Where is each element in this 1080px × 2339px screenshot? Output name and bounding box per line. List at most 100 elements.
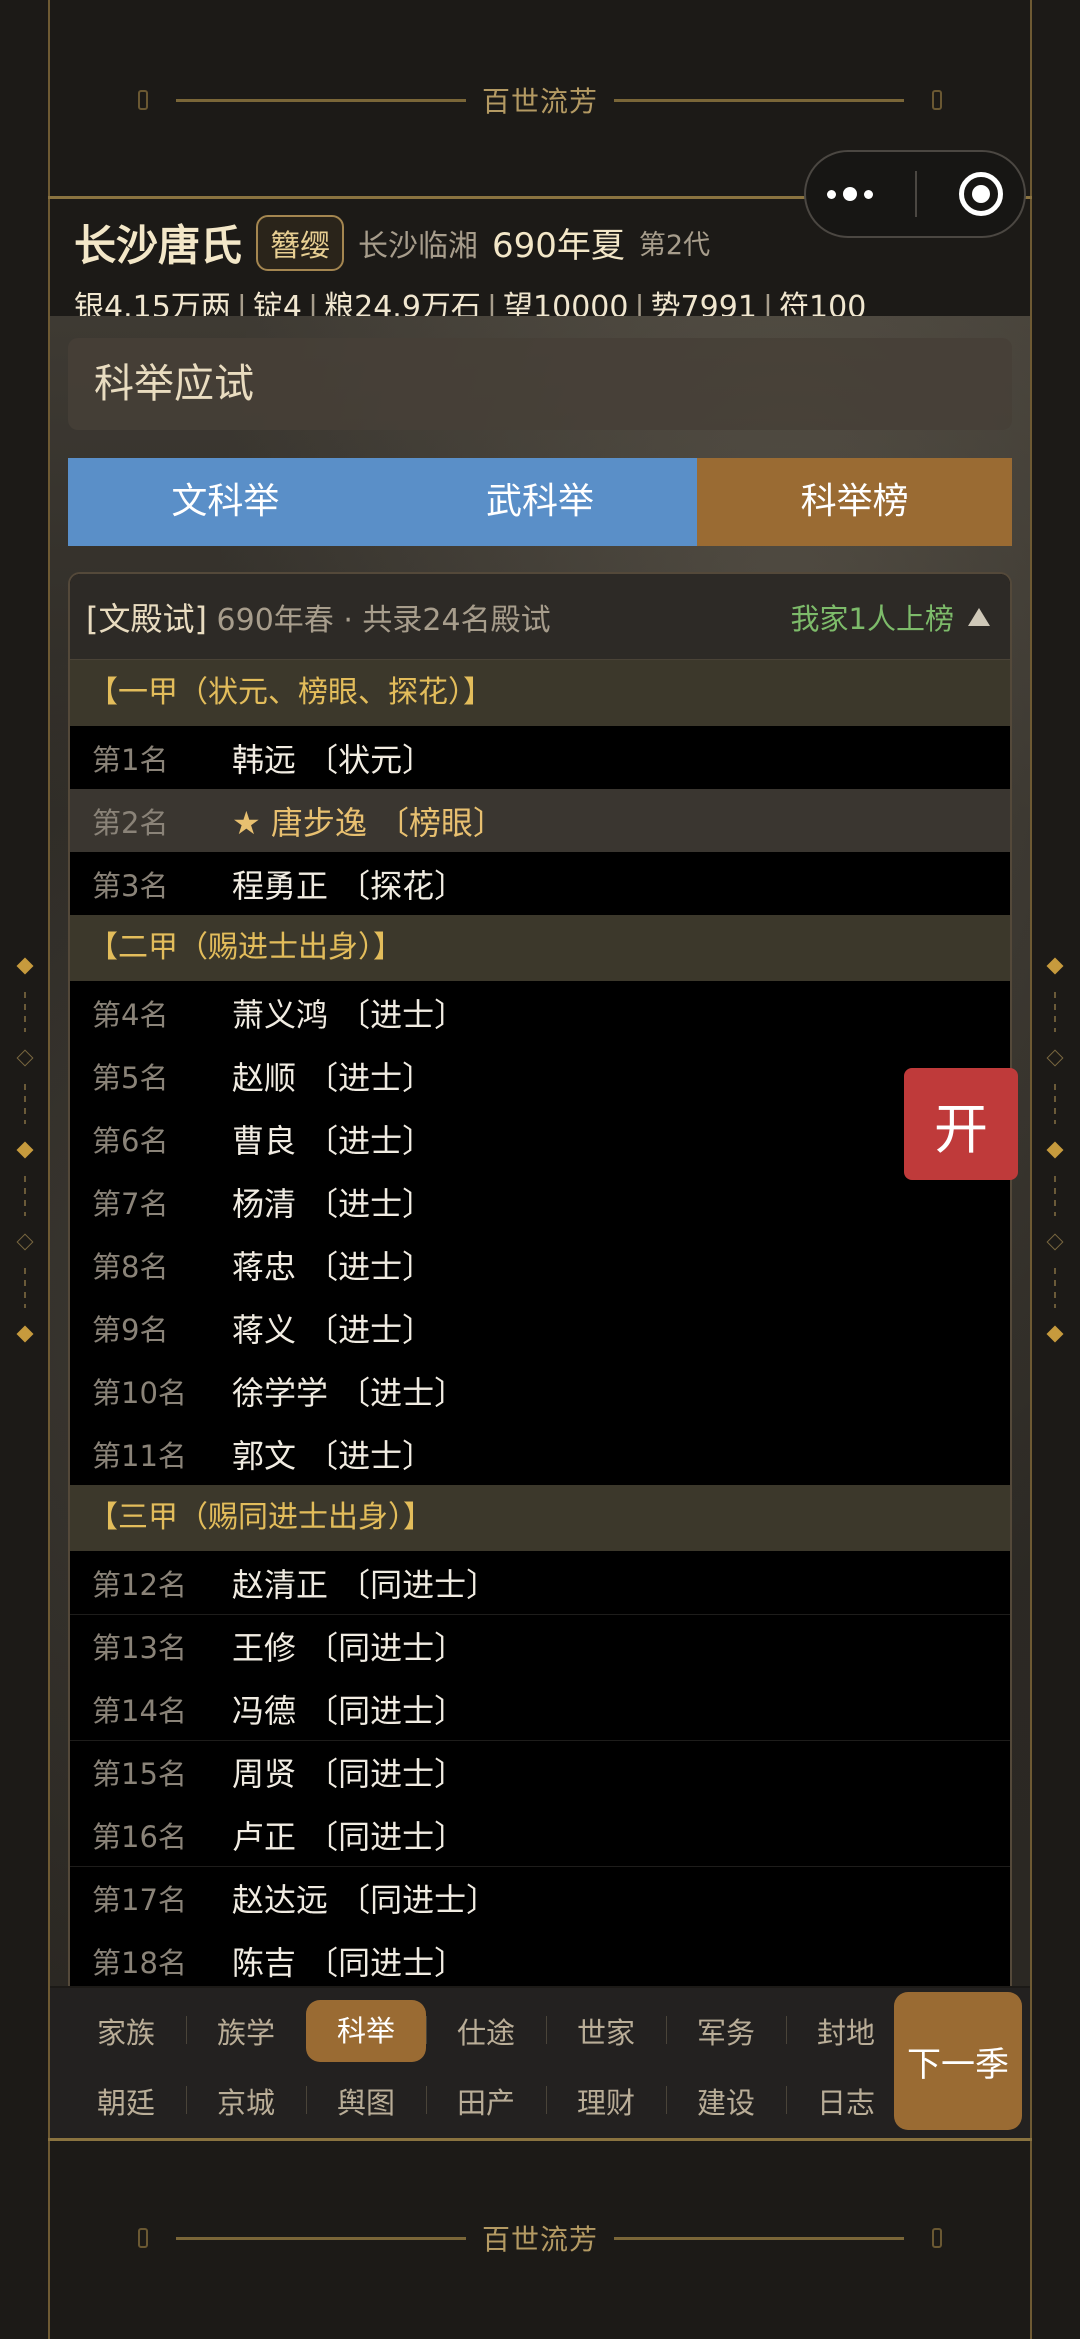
bottom-nav: 家族 族学 科举 仕途 世家 军务 封地 朝廷 京城 舆图 田产 理财 建设 日… xyxy=(50,1988,1030,2138)
exam-name: [文殿试] xyxy=(86,599,207,638)
rank-label: 第15名 xyxy=(92,1757,187,1791)
next-season-button[interactable]: 下一季 xyxy=(894,1992,1022,2130)
group-header-third: 【三甲（赐同进士出身）】 xyxy=(70,1485,1010,1551)
nav-item-military[interactable]: 军务 xyxy=(666,2010,786,2052)
rank-label: 第3名 xyxy=(92,868,169,903)
rank-label: 第18名 xyxy=(92,1945,187,1980)
banner-rule-left xyxy=(137,2227,466,2248)
group-header-second: 【二甲（赐进士出身）】 xyxy=(70,915,1010,981)
nav-item-clans[interactable]: 世家 xyxy=(546,2010,666,2052)
banner-title: 百世流芳 xyxy=(481,85,598,118)
candidate-name: 赵清正 〔同进士〕 xyxy=(232,1565,499,1604)
rank-label: 第14名 xyxy=(92,1693,187,1728)
rank-label: 第5名 xyxy=(92,1060,169,1095)
table-row: 第1名 韩远 〔状元〕 xyxy=(70,726,1010,789)
tab-exam-ranking[interactable]: 科举榜 xyxy=(697,458,1013,546)
nav-item-construction[interactable]: 建设 xyxy=(666,2080,786,2122)
candidate-name: 蒋忠 〔进士〕 xyxy=(232,1247,435,1286)
table-row: 第15名 周贤 〔同进士〕 xyxy=(70,1740,1010,1803)
rank-label: 第8名 xyxy=(92,1249,169,1284)
table-row: 第7名 杨清 〔进士〕 xyxy=(70,1170,1010,1233)
rank-label: 第6名 xyxy=(92,1123,169,1158)
candidate-name: 郭文 〔进士〕 xyxy=(232,1436,435,1475)
nav-item-exam[interactable]: 科举 xyxy=(306,2000,426,2062)
candidate-name: 程勇正 〔探花〕 xyxy=(232,866,467,905)
collapse-triangle-icon[interactable] xyxy=(968,607,990,626)
nav-item-map[interactable]: 舆图 xyxy=(306,2080,426,2122)
title-badge: 簪缨 xyxy=(256,214,345,271)
table-row: 第8名 蒋忠 〔进士〕 xyxy=(70,1233,1010,1296)
candidate-name: 萧义鸿 〔进士〕 xyxy=(232,995,467,1034)
tab-civil-exam[interactable]: 文科举 xyxy=(68,458,383,546)
table-row: 第13名 王修 〔同进士〕 xyxy=(70,1614,1010,1677)
year-label: 690年夏 xyxy=(492,226,625,266)
nav-item-family[interactable]: 家族 xyxy=(66,2010,186,2052)
candidate-name: 赵顺 〔进士〕 xyxy=(232,1058,435,1097)
rank-label: 第2名 xyxy=(92,805,169,840)
table-row: 第11名 郭文 〔进士〕 xyxy=(70,1422,1010,1485)
bottom-banner: 百世流芳 xyxy=(0,2208,1080,2268)
ranking-list[interactable]: [文殿试] 690年春 · 共录24名殿试 我家1人上榜 【一甲（状元、榜眼、探… xyxy=(68,572,1012,1986)
candidate-name: 徐学学 〔进士〕 xyxy=(232,1373,467,1412)
nav-item-log[interactable]: 日志 xyxy=(786,2080,906,2122)
table-row: 第18名 陈吉 〔同进士〕 xyxy=(70,1929,1010,1986)
table-row: 第5名 赵顺 〔进士〕 xyxy=(70,1044,1010,1107)
rank-label: 第12名 xyxy=(92,1567,187,1602)
more-icon[interactable] xyxy=(827,187,873,201)
family-count: 我家1人上榜 xyxy=(790,601,954,636)
table-row-own-family: 第2名 ★ 唐步逸 〔榜眼〕 xyxy=(70,789,1010,852)
banner-rule-left xyxy=(137,89,466,110)
candidate-name: ★ 唐步逸 〔榜眼〕 xyxy=(232,803,506,842)
nav-item-fief[interactable]: 封地 xyxy=(786,2010,906,2052)
family-name: 长沙唐氏 xyxy=(74,221,243,270)
nav-item-school[interactable]: 族学 xyxy=(186,2010,306,2052)
miniprogram-capsule xyxy=(804,150,1026,238)
candidate-name: 赵达远 〔同进士〕 xyxy=(232,1881,499,1919)
main-panel: 科举应试 文科举 武科举 科举榜 [文殿试] 690年春 · 共录24名殿试 我… xyxy=(50,316,1030,1986)
left-ornament-icon xyxy=(16,940,34,1360)
candidate-name: 杨清 〔进士〕 xyxy=(232,1184,435,1223)
top-banner: 百世流芳 xyxy=(0,70,1080,130)
rank-label: 第7名 xyxy=(92,1186,169,1221)
nav-item-capital[interactable]: 京城 xyxy=(186,2080,306,2122)
candidate-name: 周贤 〔同进士〕 xyxy=(232,1755,467,1793)
candidate-name: 陈吉 〔同进士〕 xyxy=(232,1943,467,1982)
generation-label: 第2代 xyxy=(638,230,711,261)
nav-item-court[interactable]: 朝廷 xyxy=(66,2080,186,2122)
rank-label: 第4名 xyxy=(92,997,169,1032)
table-row: 第6名 曹良 〔进士〕 xyxy=(70,1107,1010,1170)
open-button[interactable]: 开 xyxy=(904,1068,1018,1180)
section-title: 科举应试 xyxy=(68,338,1012,430)
rank-label: 第13名 xyxy=(92,1631,187,1665)
table-row: 第17名 赵达远 〔同进士〕 xyxy=(70,1866,1010,1929)
candidate-name: 曹良 〔进士〕 xyxy=(232,1121,435,1160)
rank-label: 第10名 xyxy=(92,1375,187,1410)
candidate-name: 蒋义 〔进士〕 xyxy=(232,1310,435,1349)
family-info: 长沙唐氏 簪缨 长沙临湘 690年夏 第2代 xyxy=(74,212,710,273)
table-row: 第4名 萧义鸿 〔进士〕 xyxy=(70,981,1010,1044)
candidate-name: 卢正 〔同进士〕 xyxy=(232,1817,467,1856)
candidate-name: 冯德 〔同进士〕 xyxy=(232,1691,467,1730)
table-row: 第3名 程勇正 〔探花〕 xyxy=(70,852,1010,915)
tab-military-exam[interactable]: 武科举 xyxy=(382,458,698,546)
rank-label: 第9名 xyxy=(92,1312,169,1347)
table-row: 第12名 赵清正 〔同进士〕 xyxy=(70,1551,1010,1614)
exam-tabs: 文科举 武科举 科举榜 xyxy=(68,458,1013,546)
nav-item-farmland[interactable]: 田产 xyxy=(426,2080,546,2122)
rank-label: 第16名 xyxy=(92,1819,187,1854)
close-target-icon[interactable] xyxy=(959,172,1003,216)
table-row: 第16名 卢正 〔同进士〕 xyxy=(70,1803,1010,1866)
exam-info: 690年春 · 共录24名殿试 xyxy=(216,602,551,638)
table-row: 第9名 蒋义 〔进士〕 xyxy=(70,1296,1010,1359)
candidate-name: 韩远 〔状元〕 xyxy=(232,740,435,779)
ranking-header[interactable]: [文殿试] 690年春 · 共录24名殿试 我家1人上榜 xyxy=(70,574,1010,660)
place-label: 长沙临湘 xyxy=(358,228,479,264)
nav-item-finance[interactable]: 理财 xyxy=(546,2080,666,2122)
frame-right-line xyxy=(1030,0,1032,2339)
rank-label: 第1名 xyxy=(92,742,169,777)
nav-item-career[interactable]: 仕途 xyxy=(426,2010,546,2052)
banner-rule-right xyxy=(614,89,942,110)
table-row: 第14名 冯德 〔同进士〕 xyxy=(70,1677,1010,1740)
table-row: 第10名 徐学学 〔进士〕 xyxy=(70,1359,1010,1422)
right-ornament-icon xyxy=(1046,940,1064,1360)
